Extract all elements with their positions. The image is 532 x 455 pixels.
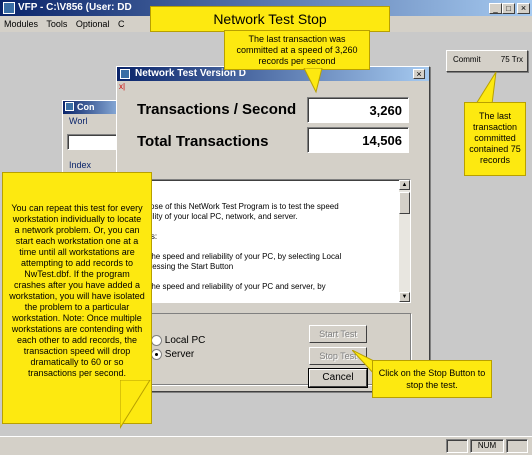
menu-tools[interactable]: Tools [46,19,67,29]
commit-value: 75 Trx [500,55,523,64]
commit-label: Commit [453,55,481,64]
instructions-line: nd pressing the Start Button [134,262,234,271]
instructions-line [134,242,396,252]
radio-server-circle[interactable] [151,349,162,360]
status-cell-blank [446,439,468,453]
menu-optional[interactable]: Optional [76,19,110,29]
instructions-line: purpose of this NetWork Test Program is … [134,202,339,211]
instructions-line: ose: [134,182,396,192]
radio-server[interactable]: Server [151,349,194,360]
callout-commit-pointer [475,71,497,105]
instructions-line [134,272,396,282]
instructions-line: ctions: [134,232,396,242]
instructions-line [134,222,396,232]
scroll-thumb[interactable] [399,192,410,214]
network-test-dialog: Network Test Version D × x| Transactions… [116,66,430,392]
dialog-tab-strip: x| [119,82,126,91]
status-cell-end [506,439,528,453]
radio-server-label: Server [164,349,195,361]
window-controls: _ □ × [489,2,530,14]
tps-value: 3,260 [369,103,402,118]
tps-label: Transactions / Second [137,101,297,118]
app-title: VFP - C:\V856 (User: DD [18,2,132,13]
instructions-text: ose: purpose of this NetWork Test Progra… [132,180,410,292]
instructions-line [134,192,396,202]
textbox-scrollbar[interactable]: ▲ ▼ [399,180,410,302]
menu-modules[interactable]: Modules [4,19,38,29]
dialog-icon [120,69,130,79]
maximize-button[interactable]: □ [502,3,515,14]
callout-tps-pointer [303,68,323,94]
radio-local-circle[interactable] [151,335,162,346]
network-test-stop-banner: Network Test Stop [150,6,390,32]
callout-commit: The last transaction committed contained… [464,102,526,176]
app-icon [3,2,15,14]
callout-tps: The last transaction was committed at a … [224,30,370,70]
total-transactions-label: Total Transactions [137,133,269,150]
callout-repeat-pointer [120,380,151,429]
radio-local[interactable]: Local PC [151,335,205,346]
callout-stop: Click on the Stop Button to stop the tes… [372,360,492,398]
start-test-button[interactable]: Start Test [309,325,367,343]
total-transactions-value: 14,506 [362,133,402,148]
minimize-button[interactable]: _ [489,3,502,14]
total-transactions-field: 14,506 [307,127,409,153]
radio-local-label: Local PC [164,335,206,347]
menu-more[interactable]: C [118,19,125,29]
instructions-textbox[interactable]: ose: purpose of this NetWork Test Progra… [131,179,411,303]
status-num: NUM [470,439,504,453]
close-button[interactable]: × [517,3,530,14]
bg-window-icon [65,102,74,111]
dialog-close-button[interactable]: × [413,69,425,79]
scroll-down-arrow[interactable]: ▼ [399,292,410,302]
scroll-up-arrow[interactable]: ▲ [399,180,410,190]
status-bar: NUM [0,436,532,455]
tps-value-field: 3,260 [307,97,409,123]
instructions-line: test the speed and reliability of your P… [134,282,326,291]
instructions-line: eliability of your local PC, network, an… [134,212,298,221]
instructions-line: test the speed and reliability of your P… [134,252,342,261]
commit-panel: Commit 75 Trx [446,50,528,72]
